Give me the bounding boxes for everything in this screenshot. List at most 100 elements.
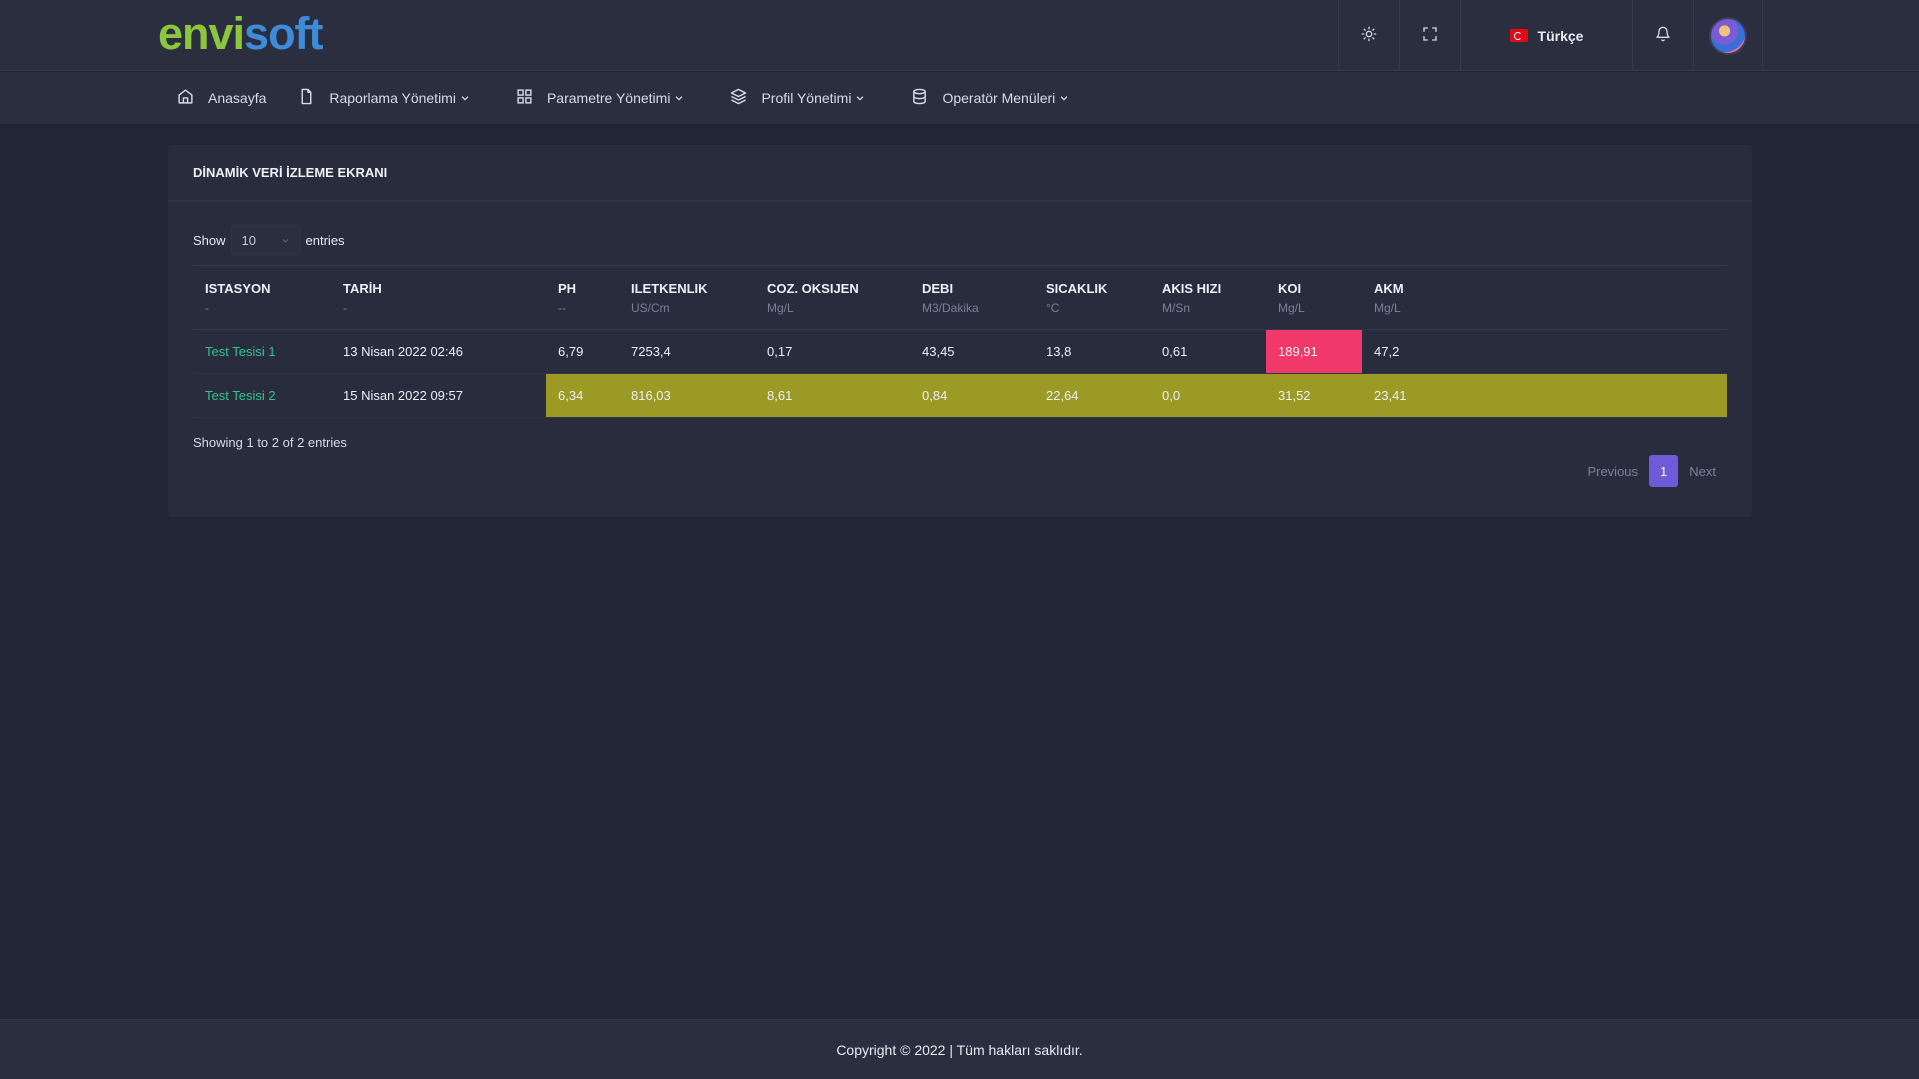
column-name: AKM xyxy=(1374,280,1404,296)
pagination: Previous 1 Next xyxy=(1576,455,1727,487)
avatar xyxy=(1709,16,1747,55)
home-icon xyxy=(177,88,208,108)
length-show-label: Show xyxy=(193,232,226,248)
length-entries-label: entries xyxy=(305,232,345,248)
entries-select-value: 10 xyxy=(241,232,256,248)
column-unit: °C xyxy=(1046,300,1060,315)
chevron-down-icon xyxy=(855,90,879,106)
bell-icon xyxy=(1655,26,1671,45)
top-actions: Türkçe xyxy=(1338,0,1763,71)
theme-toggle-button[interactable] xyxy=(1338,0,1399,71)
nav-label: Anasayfa xyxy=(208,90,267,106)
column-unit: Mg/L xyxy=(1278,300,1305,315)
warning-cell: 31,52 xyxy=(1266,373,1362,418)
fullscreen-button[interactable] xyxy=(1399,0,1460,71)
warning-cell: 0,84 xyxy=(910,373,1034,418)
table-cell: 13 Nisan 2022 02:46 xyxy=(331,329,546,374)
nav-item-operator[interactable]: Operatör Menüleri xyxy=(911,88,1083,108)
chevron-down-icon xyxy=(281,233,290,248)
nav-label: Operatör Menüleri xyxy=(942,90,1056,106)
column-header[interactable]: KOI Mg/L xyxy=(1266,265,1362,330)
turkey-flag-icon xyxy=(1509,29,1528,42)
column-header[interactable]: SICAKLIK °C xyxy=(1034,265,1150,330)
file-icon xyxy=(298,88,329,108)
table-cell: 0,17 xyxy=(755,329,910,374)
nav-item-anasayfa[interactable]: Anasayfa xyxy=(177,88,266,108)
column-name: TARİH xyxy=(343,280,382,296)
page-1-button[interactable]: 1 xyxy=(1649,455,1679,487)
nav-label: Profil Yönetimi xyxy=(761,90,852,106)
table-header-row: ISTASYON - TARİH - PH -- ILETKENLIK US/Cm CO… xyxy=(193,265,1727,330)
warning-cell: 6,34 xyxy=(546,373,619,418)
previous-page-button[interactable]: Previous xyxy=(1576,455,1649,487)
nav-item-profil[interactable]: Profil Yönetimi xyxy=(730,88,879,108)
warning-cell: 0,0 xyxy=(1150,373,1266,418)
notifications-button[interactable] xyxy=(1632,0,1693,71)
card-title: DİNAMİK VERİ İZLEME EKRANI xyxy=(168,145,1752,201)
column-name: ILETKENLIK xyxy=(631,280,708,296)
nav-label: Parametre Yönetimi xyxy=(546,90,671,106)
table-cell: 13,8 xyxy=(1034,329,1150,374)
column-unit: - xyxy=(205,300,209,315)
column-unit: Mg/L xyxy=(1374,300,1401,315)
column-header[interactable]: TARİH - xyxy=(331,265,546,330)
column-unit: M/Sn xyxy=(1162,300,1191,315)
chevron-down-icon xyxy=(460,90,484,106)
column-unit: M3/Dakika xyxy=(922,300,979,315)
entries-length-control: Show 10 entries xyxy=(193,225,345,255)
data-table: ISTASYON - TARİH - PH -- ILETKENLIK US/Cm CO… xyxy=(193,265,1727,418)
next-page-button[interactable]: Next xyxy=(1678,455,1727,487)
table-cell: 47,2 xyxy=(1362,329,1727,374)
copyright-text: Copyright © 2022 | Tüm hakları saklıdır. xyxy=(836,1041,1083,1058)
top-bar: envisoft Türkçe xyxy=(0,0,1919,71)
language-label: Türkçe xyxy=(1537,27,1584,44)
layers-icon xyxy=(730,88,761,108)
table-cell: 15 Nisan 2022 09:57 xyxy=(331,373,546,418)
alarm-cell: 189,91 xyxy=(1266,329,1362,374)
column-header[interactable]: AKIS HIZI M/Sn xyxy=(1150,265,1266,330)
database-icon xyxy=(911,88,942,108)
column-header[interactable]: DEBI M3/Dakika xyxy=(910,265,1034,330)
table-cell: 43,45 xyxy=(910,329,1034,374)
footer: Copyright © 2022 | Tüm hakları saklıdır. xyxy=(0,1019,1919,1079)
user-menu-button[interactable] xyxy=(1693,0,1763,71)
column-unit: -- xyxy=(558,300,566,315)
column-header[interactable]: ISTASYON - xyxy=(193,265,331,330)
nav-item-raporlama[interactable]: Raporlama Yönetimi xyxy=(298,88,484,108)
logo[interactable]: envisoft xyxy=(158,11,324,56)
column-name: PH xyxy=(558,280,577,296)
table-info: Showing 1 to 2 of 2 entries xyxy=(193,435,347,450)
column-name: ISTASYON xyxy=(205,280,271,296)
warning-cell: 816,03 xyxy=(619,373,755,418)
nav-item-parametre[interactable]: Parametre Yönetimi xyxy=(516,88,698,108)
column-header[interactable]: PH -- xyxy=(546,265,619,330)
station-link[interactable]: Test Tesisi 2 xyxy=(193,373,331,418)
chevron-down-icon xyxy=(1059,90,1083,106)
column-name: AKIS HIZI xyxy=(1162,280,1222,296)
table-row: Test Tesisi 2 15 Nisan 2022 09:57 6,34 8… xyxy=(193,373,1727,418)
warning-cell: 8,61 xyxy=(755,373,910,418)
entries-select[interactable]: 10 xyxy=(230,225,301,255)
column-header[interactable]: AKM Mg/L xyxy=(1362,265,1727,330)
column-unit: - xyxy=(343,300,347,315)
column-header[interactable]: ILETKENLIK US/Cm xyxy=(619,265,755,330)
main-navigation: Anasayfa Raporlama Yönetimi Parametre Yö… xyxy=(0,72,1919,124)
grid-icon xyxy=(516,88,547,108)
logo-part-1: envi xyxy=(158,8,245,59)
column-name: COZ. OKSIJEN xyxy=(767,280,859,296)
monitoring-card: DİNAMİK VERİ İZLEME EKRANI Show 10 entri… xyxy=(168,145,1752,517)
sun-icon xyxy=(1361,26,1377,45)
column-header[interactable]: COZ. OKSIJEN Mg/L xyxy=(755,265,910,330)
logo-part-2: soft xyxy=(244,8,323,59)
warning-cell: 23,41 xyxy=(1362,373,1727,418)
language-selector[interactable]: Türkçe xyxy=(1460,0,1632,71)
column-name: DEBI xyxy=(922,280,954,296)
column-unit: Mg/L xyxy=(767,300,794,315)
column-name: SICAKLIK xyxy=(1046,280,1108,296)
nav-label: Raporlama Yönetimi xyxy=(329,90,456,106)
station-link[interactable]: Test Tesisi 1 xyxy=(193,329,331,374)
column-name: KOI xyxy=(1278,280,1302,296)
table-cell: 7253,4 xyxy=(619,329,755,374)
table-row: Test Tesisi 1 13 Nisan 2022 02:46 6,79 7… xyxy=(193,329,1727,374)
table-cell: 6,79 xyxy=(546,329,619,374)
